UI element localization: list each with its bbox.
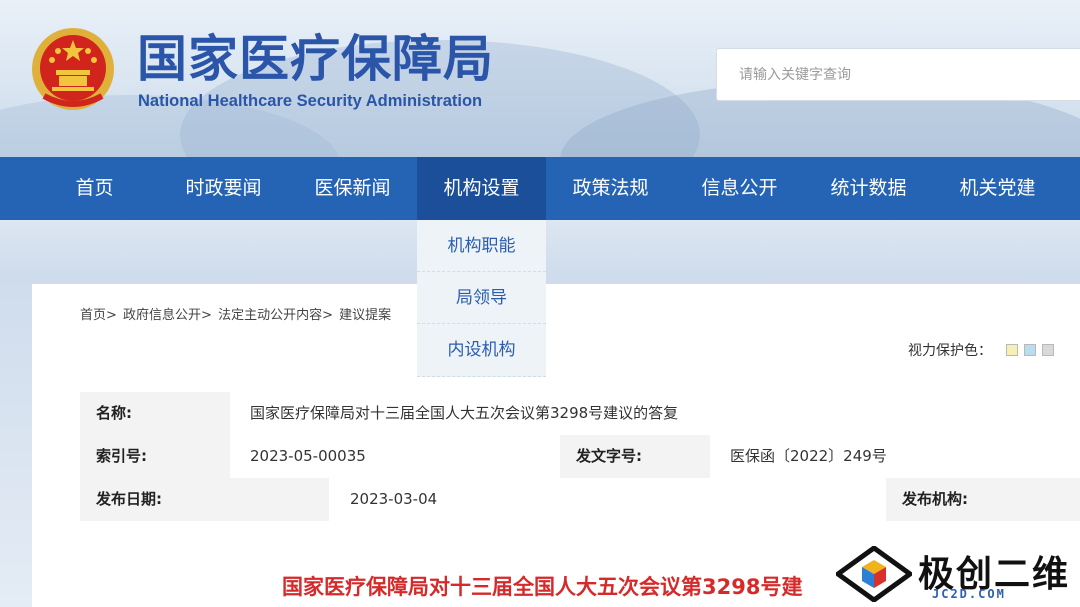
main-nav: 首页 时政要闻 医保新闻 机构设置 政策法规 信息公开 统计数据 机关党建 <box>0 157 1080 220</box>
meta-label-date: 发布日期: <box>80 478 329 521</box>
dropdown-item-leadership[interactable]: 局领导 <box>417 272 546 324</box>
meta-value-docno: 医保函〔2022〕249号 <box>710 435 1080 478</box>
search-input[interactable] <box>716 48 1080 101</box>
site-title[interactable]: 国家医疗保障局 <box>137 28 494 90</box>
eye-care-gray-swatch[interactable] <box>1042 344 1054 356</box>
eye-care-yellow-swatch[interactable] <box>1006 344 1018 356</box>
meta-label-index: 索引号: <box>80 435 230 478</box>
meta-row-name: 名称: 国家医疗保障局对十三届全国人大五次会议第3298号建议的答复 <box>80 392 1080 435</box>
meta-value-date: 2023-03-04 <box>329 478 886 521</box>
nav-item-party[interactable]: 机关党建 <box>933 157 1062 220</box>
nav-item-home[interactable]: 首页 <box>30 157 159 220</box>
meta-label-org: 发布机构: <box>886 478 1080 521</box>
watermark: 极创二维 JC2D.COM <box>836 540 1080 607</box>
document-meta-table: 名称: 国家医疗保障局对十三届全国人大五次会议第3298号建议的答复 索引号: … <box>80 392 1080 521</box>
meta-label-name: 名称: <box>80 392 230 435</box>
breadcrumb-gov-info[interactable]: 政府信息公开> <box>123 308 212 323</box>
meta-label-docno: 发文字号: <box>560 435 710 478</box>
dropdown-item-departments[interactable]: 内设机构 <box>417 324 546 377</box>
nav-item-politics-news[interactable]: 时政要闻 <box>159 157 288 220</box>
breadcrumb-public-content[interactable]: 法定主动公开内容> <box>218 308 333 323</box>
dropdown-item-functions[interactable]: 机构职能 <box>417 220 546 272</box>
nav-item-organization[interactable]: 机构设置 <box>417 157 546 220</box>
watermark-domain: JC2D.COM <box>932 587 1006 601</box>
watermark-logo-icon <box>836 546 912 602</box>
national-emblem-icon[interactable] <box>30 26 116 112</box>
nav-item-disclosure[interactable]: 信息公开 <box>675 157 804 220</box>
breadcrumb: 首页> 政府信息公开> 法定主动公开内容> 建议提案 <box>80 304 393 323</box>
eye-care-blue-swatch[interactable] <box>1024 344 1036 356</box>
meta-value-index: 2023-05-00035 <box>230 435 560 478</box>
document-title: 国家医疗保障局对十三届全国人大五次会议第3298号建 <box>282 575 803 599</box>
meta-row-index: 索引号: 2023-05-00035 发文字号: 医保函〔2022〕249号 <box>80 435 1080 478</box>
eye-care-color-picker: 视力保护色： <box>908 340 1054 360</box>
meta-value-name: 国家医疗保障局对十三届全国人大五次会议第3298号建议的答复 <box>230 392 1080 435</box>
meta-row-date: 发布日期: 2023-03-04 发布机构: <box>80 478 1080 521</box>
organization-dropdown-menu: 机构职能 局领导 内设机构 <box>417 220 546 377</box>
breadcrumb-home[interactable]: 首页> <box>80 308 117 323</box>
breadcrumb-proposals[interactable]: 建议提案 <box>339 308 391 323</box>
nav-item-healthcare-news[interactable]: 医保新闻 <box>288 157 417 220</box>
nav-item-policies[interactable]: 政策法规 <box>546 157 675 220</box>
nav-item-statistics[interactable]: 统计数据 <box>804 157 933 220</box>
header-banner: 国家医疗保障局 National Healthcare Security Adm… <box>0 0 1080 157</box>
site-subtitle: National Healthcare Security Administrat… <box>138 92 483 110</box>
eye-care-label: 视力保护色： <box>908 343 992 359</box>
